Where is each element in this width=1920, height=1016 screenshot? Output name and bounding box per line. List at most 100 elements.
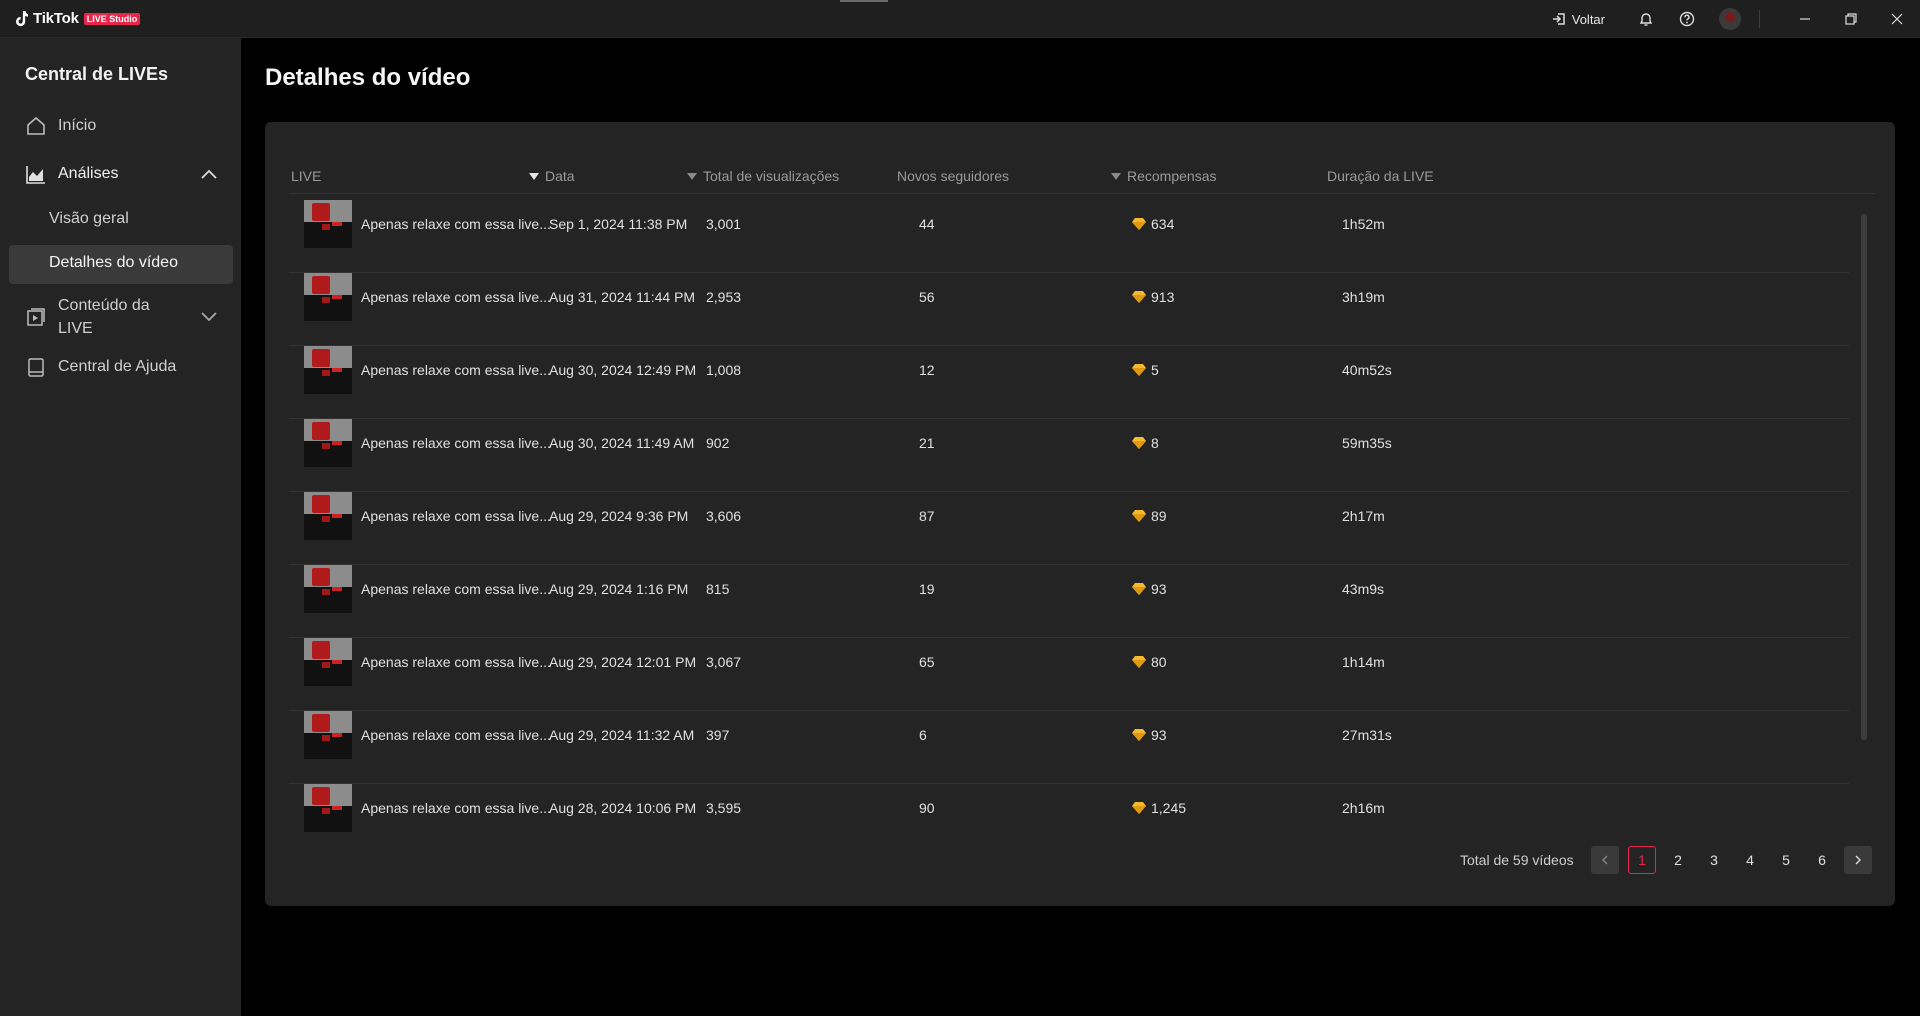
next-page-button[interactable] xyxy=(1844,846,1872,874)
live-date: Aug 28, 2024 10:06 PM xyxy=(549,800,697,816)
live-date: Aug 29, 2024 12:01 PM xyxy=(549,654,697,670)
rewards-count: 89 xyxy=(1151,508,1167,524)
table-row[interactable]: Apenas relaxe com essa live... Aug 30, 20… xyxy=(289,419,1849,492)
diamond-icon xyxy=(1132,218,1146,230)
page-button-1[interactable]: 1 xyxy=(1628,846,1656,874)
diamond-icon xyxy=(1132,437,1146,449)
live-title: Apenas relaxe com essa live... xyxy=(361,289,551,305)
column-header-data[interactable]: Data xyxy=(529,168,575,184)
rewards-count: 5 xyxy=(1151,362,1159,378)
minimize-icon xyxy=(1800,18,1810,20)
rewards-count: 93 xyxy=(1151,727,1167,743)
live-duration: 1h52m xyxy=(1342,216,1385,232)
table-row[interactable]: Apenas relaxe com essa live... Aug 29, 20… xyxy=(289,492,1849,565)
rewards-count: 8 xyxy=(1151,435,1159,451)
close-button[interactable] xyxy=(1874,0,1920,38)
close-icon xyxy=(1891,13,1903,25)
new-followers-count: 56 xyxy=(919,289,935,305)
sidebar-item-analises[interactable]: Análises xyxy=(25,163,118,185)
diamond-icon xyxy=(1132,729,1146,741)
live-title: Apenas relaxe com essa live... xyxy=(361,800,551,816)
page-title: Detalhes do vídeo xyxy=(265,64,471,91)
back-label: Voltar xyxy=(1571,11,1605,27)
rewards-count: 1,245 xyxy=(1151,800,1187,816)
views-count: 3,001 xyxy=(706,216,742,232)
live-duration: 40m52s xyxy=(1342,362,1392,378)
table-row[interactable]: Apenas relaxe com essa live... Aug 29, 20… xyxy=(289,711,1849,784)
live-date: Sep 1, 2024 11:38 PM xyxy=(549,216,688,232)
live-duration: 2h16m xyxy=(1342,800,1385,816)
sidebar-item-label: Central de Ajuda xyxy=(58,358,177,375)
scrollbar[interactable] xyxy=(1861,214,1867,740)
rewards-count: 93 xyxy=(1151,581,1167,597)
sidebar-item-label: Conteúdo da LIVE xyxy=(58,297,150,337)
live-duration: 3h19m xyxy=(1342,289,1385,305)
live-date: Aug 30, 2024 11:49 AM xyxy=(549,435,695,451)
live-title: Apenas relaxe com essa live... xyxy=(361,508,551,524)
live-thumbnail xyxy=(304,419,352,467)
new-followers-count: 44 xyxy=(919,216,935,232)
help-button[interactable] xyxy=(1678,10,1696,28)
sidebar-item-label: Início xyxy=(58,117,97,134)
new-followers-count: 21 xyxy=(919,435,935,451)
chevron-left-icon xyxy=(1602,855,1608,865)
column-header-live: LIVE xyxy=(291,168,322,184)
live-title: Apenas relaxe com essa live... xyxy=(361,362,551,378)
live-title: Apenas relaxe com essa live... xyxy=(361,727,551,743)
chart-icon xyxy=(25,163,47,185)
live-title: Apenas relaxe com essa live... xyxy=(361,435,551,451)
live-thumbnail xyxy=(304,492,352,540)
sidebar-item-conteudo[interactable]: Conteúdo da LIVE xyxy=(25,294,178,340)
column-header-views[interactable]: Total de visualizações xyxy=(687,168,839,184)
live-duration: 27m31s xyxy=(1342,727,1392,743)
minimize-button[interactable] xyxy=(1782,0,1828,38)
table-header: LIVE Data Total de visualizações Novos s… xyxy=(289,160,1875,194)
restore-button[interactable] xyxy=(1828,0,1874,38)
prev-page-button[interactable] xyxy=(1591,846,1619,874)
live-date: Aug 30, 2024 12:49 PM xyxy=(549,362,697,378)
live-date: Aug 29, 2024 9:36 PM xyxy=(549,508,689,524)
column-header-rewards[interactable]: Recompensas xyxy=(1111,168,1217,184)
page-button-6[interactable]: 6 xyxy=(1808,846,1836,874)
table-row[interactable]: Apenas relaxe com essa live... Sep 1, 202… xyxy=(289,200,1849,273)
home-icon xyxy=(25,115,47,137)
notifications-button[interactable] xyxy=(1637,10,1655,28)
video-table-card: LIVE Data Total de visualizações Novos s… xyxy=(265,122,1895,906)
live-duration: 1h14m xyxy=(1342,654,1385,670)
page-button-5[interactable]: 5 xyxy=(1772,846,1800,874)
live-thumbnail xyxy=(304,346,352,394)
column-header-followers: Novos seguidores xyxy=(897,168,1010,184)
live-title: Apenas relaxe com essa live... xyxy=(361,216,551,232)
tiktok-logo-icon xyxy=(16,10,28,26)
live-duration: 59m35s xyxy=(1342,435,1392,451)
chevron-down-icon[interactable] xyxy=(199,306,219,326)
table-row[interactable]: Apenas relaxe com essa live... Aug 29, 20… xyxy=(289,565,1849,638)
page-button-3[interactable]: 3 xyxy=(1700,846,1728,874)
diamond-icon xyxy=(1132,802,1146,814)
views-count: 902 xyxy=(706,435,730,451)
avatar[interactable] xyxy=(1719,8,1741,30)
live-thumbnail xyxy=(304,711,352,759)
app-logo: TikTok LIVE Studio xyxy=(14,10,141,27)
diamond-icon xyxy=(1132,291,1146,303)
sidebar-item-central-de-ajuda[interactable]: Central de Ajuda xyxy=(25,356,176,378)
back-button[interactable]: Voltar xyxy=(1552,12,1605,27)
sidebar-item-inicio[interactable]: Início xyxy=(25,115,96,137)
page-button-4[interactable]: 4 xyxy=(1736,846,1764,874)
sidebar-subitem-visao-geral[interactable]: Visão geral xyxy=(49,210,129,228)
page-button-2[interactable]: 2 xyxy=(1664,846,1692,874)
table-row[interactable]: Apenas relaxe com essa live... Aug 31, 20… xyxy=(289,273,1849,346)
sidebar-subitem-detalhes-do-video[interactable]: Detalhes do vídeo xyxy=(49,254,178,272)
chevron-up-icon[interactable] xyxy=(199,165,219,185)
table-row[interactable]: Apenas relaxe com essa live... Aug 29, 20… xyxy=(289,638,1849,711)
question-icon xyxy=(1679,11,1695,27)
rewards-count: 80 xyxy=(1151,654,1167,670)
live-title: Apenas relaxe com essa live... xyxy=(361,581,551,597)
exit-icon xyxy=(1552,13,1565,25)
new-followers-count: 12 xyxy=(919,362,935,378)
sidebar-title: Central de LIVEs xyxy=(25,64,169,84)
total-count: Total de 59 vídeos xyxy=(1460,852,1574,868)
table-row[interactable]: Apenas relaxe com essa live... Aug 30, 20… xyxy=(289,346,1849,419)
diamond-icon xyxy=(1132,583,1146,595)
drag-handle[interactable] xyxy=(840,0,888,2)
